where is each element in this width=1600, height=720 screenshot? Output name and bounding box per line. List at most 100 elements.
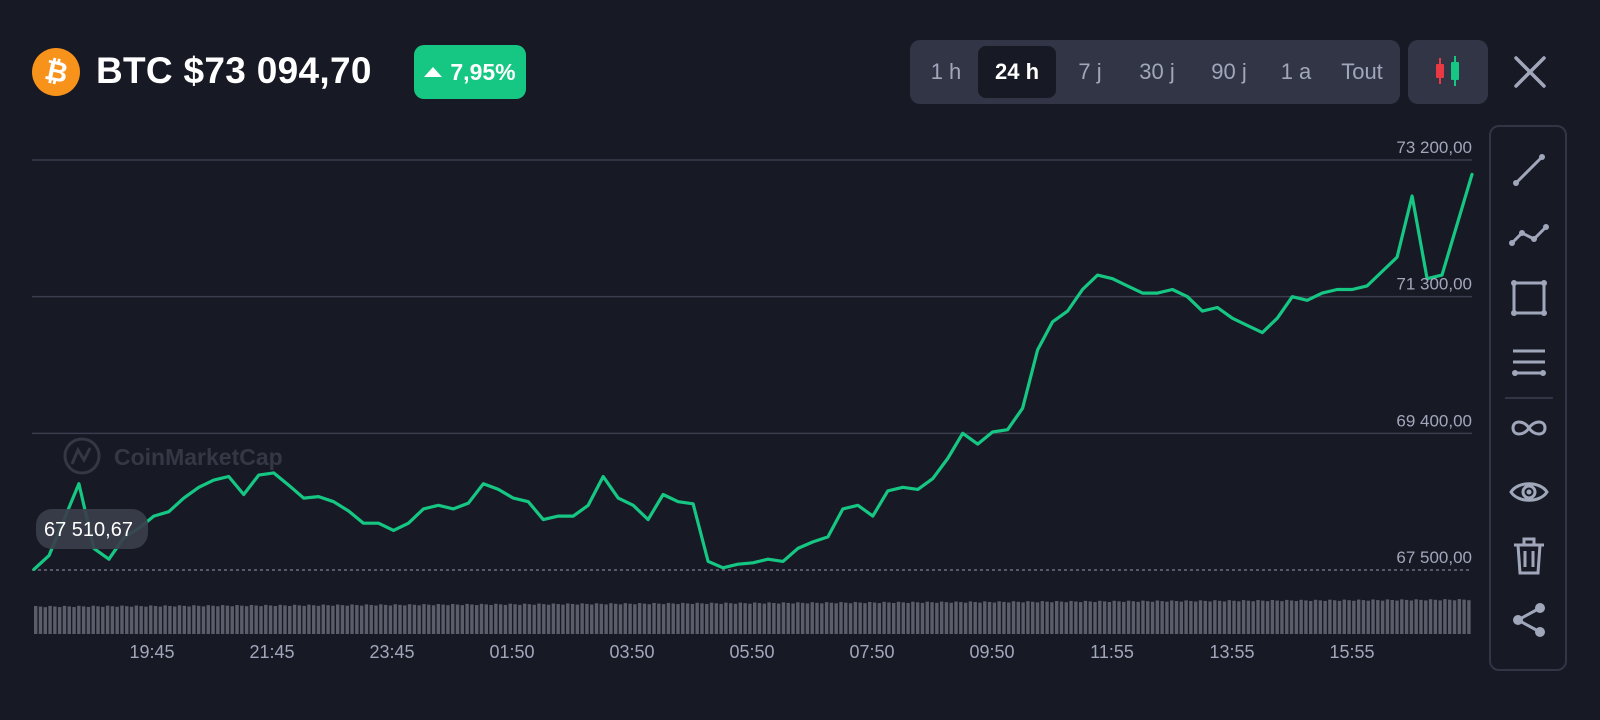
- trend-line-tool-button[interactable]: [1508, 149, 1550, 191]
- volume-bar: [868, 601, 872, 634]
- volume-bar: [738, 602, 743, 634]
- tab-30j[interactable]: 30 j: [1122, 46, 1192, 98]
- volume-bar: [997, 601, 1001, 634]
- volume-bar: [1318, 600, 1323, 634]
- volume-bar: [1217, 600, 1222, 634]
- volume-bar: [877, 603, 882, 634]
- volume-bar: [647, 604, 651, 634]
- delete-tool-button[interactable]: [1508, 535, 1550, 577]
- volume-bar: [1083, 600, 1088, 634]
- grid-lines: [32, 159, 1472, 571]
- tab-1a[interactable]: 1 a: [1266, 46, 1326, 98]
- coinmarketcap-logo-icon: [63, 437, 101, 475]
- tab-tout[interactable]: Tout: [1328, 46, 1396, 98]
- volume-bar: [1256, 600, 1260, 634]
- volume-bar: [887, 602, 891, 634]
- infinity-tool-button[interactable]: [1508, 407, 1550, 449]
- volume-bar: [474, 605, 479, 634]
- volume-bar: [925, 601, 929, 634]
- volume-bar: [915, 602, 920, 634]
- volume-bar: [882, 601, 886, 634]
- volume-bar: [800, 602, 805, 634]
- candlestick-toggle-button[interactable]: [1408, 40, 1488, 104]
- tab-24h[interactable]: 24 h: [978, 46, 1056, 98]
- price-line: [32, 172, 1474, 571]
- horizontal-lines-tool-button[interactable]: [1508, 341, 1550, 383]
- volume-bar: [359, 605, 364, 634]
- volume-bar: [149, 605, 153, 634]
- close-icon: [1514, 56, 1546, 88]
- volume-bar: [369, 604, 373, 634]
- volume-bar: [1193, 601, 1198, 634]
- volume-bar: [264, 604, 268, 634]
- volume-bar: [101, 606, 105, 634]
- x-axis-labels: 19:45 21:45 23:45 01:50 03:50 05:50 07:50 09:50…: [129, 642, 1374, 662]
- volume-bar: [326, 605, 330, 634]
- volume-bar: [1007, 602, 1011, 634]
- rectangle-tool-button[interactable]: [1508, 277, 1550, 319]
- horizontal-lines-icon: [1512, 349, 1546, 376]
- candlestick-icon: [1436, 56, 1459, 86]
- volume-bar: [513, 604, 517, 634]
- volume-bar: [1031, 601, 1035, 634]
- watermark: CoinMarketCap: [63, 437, 283, 475]
- volume-bars: [34, 599, 1471, 634]
- polyline-tool-button[interactable]: [1508, 213, 1550, 255]
- volume-bar: [963, 602, 968, 634]
- volume-bar: [129, 606, 134, 634]
- x-tick-label: 11:55: [1090, 642, 1134, 662]
- volume-bar: [67, 606, 71, 634]
- volume-bar: [1174, 601, 1179, 634]
- volume-bar: [566, 603, 570, 634]
- volume-bar: [1170, 600, 1174, 634]
- volume-bar: [355, 605, 359, 634]
- volume-bar: [1467, 600, 1471, 634]
- volume-bar: [719, 603, 723, 634]
- start-price-label: 67 510,67: [36, 509, 148, 549]
- tab-1h[interactable]: 1 h: [916, 46, 976, 98]
- start-price-text: 67 510,67: [44, 519, 133, 541]
- volume-bar: [249, 604, 254, 634]
- volume-bar: [714, 603, 719, 634]
- volume-bar: [1246, 600, 1251, 634]
- polyline-icon: [1509, 224, 1549, 246]
- volume-bar: [1126, 600, 1131, 634]
- price-chart[interactable]: CoinMarketCap 73 200,00 71 300,00 69 400,0…: [0, 120, 1480, 680]
- tab-7j[interactable]: 7 j: [1060, 46, 1120, 98]
- volume-bar: [896, 601, 901, 634]
- volume-bar: [1059, 601, 1064, 634]
- volume-bar: [666, 602, 671, 634]
- volume-bar: [820, 603, 824, 634]
- volume-bar: [810, 602, 814, 634]
- volume-bar: [1232, 600, 1236, 634]
- volume-bar: [1045, 601, 1049, 634]
- volume-bar: [1184, 600, 1188, 634]
- volume-bar: [1189, 600, 1193, 634]
- volume-bar: [48, 605, 52, 634]
- chart-header: ₿ BTC $73 094,70 7,95% 1 h 24 h 7 j 30 j…: [0, 0, 1600, 120]
- y-tick-label: 67 500,00: [1396, 548, 1472, 567]
- volume-bar: [1107, 601, 1112, 634]
- volume-bar: [441, 604, 445, 634]
- volume-bar: [1261, 600, 1265, 634]
- volume-bar: [1400, 599, 1404, 634]
- volume-bar: [1424, 600, 1428, 634]
- share-tool-button[interactable]: [1508, 599, 1550, 641]
- volume-bar: [623, 603, 627, 634]
- volume-bar: [537, 603, 541, 634]
- volume-bar: [177, 605, 182, 634]
- volume-bar: [1241, 600, 1246, 634]
- close-button[interactable]: [1508, 50, 1552, 94]
- x-tick-label: 19:45: [129, 642, 174, 662]
- volume-bar: [556, 604, 560, 634]
- volume-bar: [34, 606, 38, 634]
- volume-bar: [1309, 600, 1313, 634]
- volume-bar: [1371, 599, 1375, 634]
- visibility-tool-button[interactable]: [1508, 471, 1550, 513]
- volume-bar: [38, 606, 43, 634]
- volume-bar: [1064, 602, 1068, 634]
- x-tick-label: 05:50: [729, 642, 774, 662]
- tab-90j[interactable]: 90 j: [1194, 46, 1264, 98]
- x-tick-label: 15:55: [1329, 642, 1374, 662]
- volume-bar: [762, 603, 766, 634]
